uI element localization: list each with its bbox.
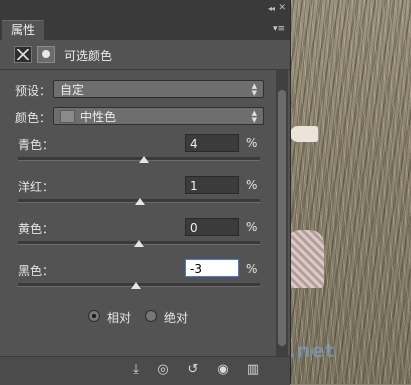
absolute-label: 绝对 (164, 311, 189, 325)
dropdown-arrows-icon: ▲ ▼ (251, 82, 257, 97)
panel-scrollbar[interactable] (276, 70, 288, 356)
panel-header: 可选颜色 (0, 40, 290, 70)
dropdown-arrows-icon: ▲ ▼ (251, 109, 257, 124)
reset-icon[interactable]: ↺ (184, 361, 202, 379)
view-previous-icon[interactable]: ◎ (154, 361, 172, 379)
black-label: 黑色： (18, 264, 55, 278)
colors-value: 中性色 (80, 110, 117, 124)
colors-label: 颜色： (15, 111, 52, 125)
black-input[interactable]: -3 (185, 259, 239, 277)
preset-dropdown[interactable]: 自定 ▲ ▼ (53, 80, 264, 98)
tab-properties[interactable]: 属性 (2, 20, 45, 40)
color-swatch (60, 110, 75, 123)
yellow-label: 黄色： (18, 222, 55, 236)
magenta-label: 洋红： (18, 180, 55, 194)
cyan-input[interactable]: 4 (185, 134, 239, 152)
panel-title: 可选颜色 (64, 49, 113, 63)
black-unit: % (246, 262, 258, 276)
visibility-icon[interactable]: ◉ (214, 361, 232, 379)
properties-panel: ◂◂ ✕ 属性 ▾≡ 可选颜色 预设： 自定 ▲ ▼ 颜色： 中性色 ▲ ▼ 青色：… (0, 0, 291, 385)
magenta-unit: % (246, 178, 258, 192)
photo-figure-hand (290, 126, 318, 142)
yellow-unit: % (246, 220, 258, 234)
clip-to-layer-icon[interactable]: ⤓ (127, 361, 145, 379)
cyan-unit: % (246, 136, 258, 150)
relative-label: 相对 (107, 311, 132, 325)
panel-top-strip: ◂◂ ✕ (0, 0, 290, 20)
mask-icon[interactable] (37, 46, 55, 63)
yellow-input[interactable]: 0 (185, 218, 239, 236)
cyan-slider-thumb[interactable] (139, 156, 149, 163)
yellow-slider-thumb[interactable] (134, 240, 144, 247)
absolute-radio[interactable] (145, 310, 157, 322)
relative-radio[interactable] (88, 310, 100, 322)
colors-dropdown[interactable]: 中性色 ▲ ▼ (53, 107, 264, 125)
magenta-slider-thumb[interactable] (135, 198, 145, 205)
black-slider-thumb[interactable] (131, 282, 141, 289)
cyan-label: 青色： (18, 138, 55, 152)
delete-icon[interactable]: ▥ (244, 361, 262, 379)
adjustment-icon[interactable] (14, 46, 32, 63)
panel-footer: ⤓ ◎ ↺ ◉ ▥ (0, 356, 290, 385)
magenta-input[interactable]: 1 (185, 176, 239, 194)
collapse-icon[interactable]: ◂◂ (268, 4, 275, 13)
close-icon[interactable]: ✕ (278, 3, 286, 13)
scrollbar-thumb[interactable] (278, 90, 286, 346)
panel-menu-icon[interactable]: ▾≡ (273, 24, 285, 34)
photo-figure-body (286, 230, 324, 288)
preset-value: 自定 (60, 83, 85, 97)
preset-label: 预设： (15, 84, 52, 98)
